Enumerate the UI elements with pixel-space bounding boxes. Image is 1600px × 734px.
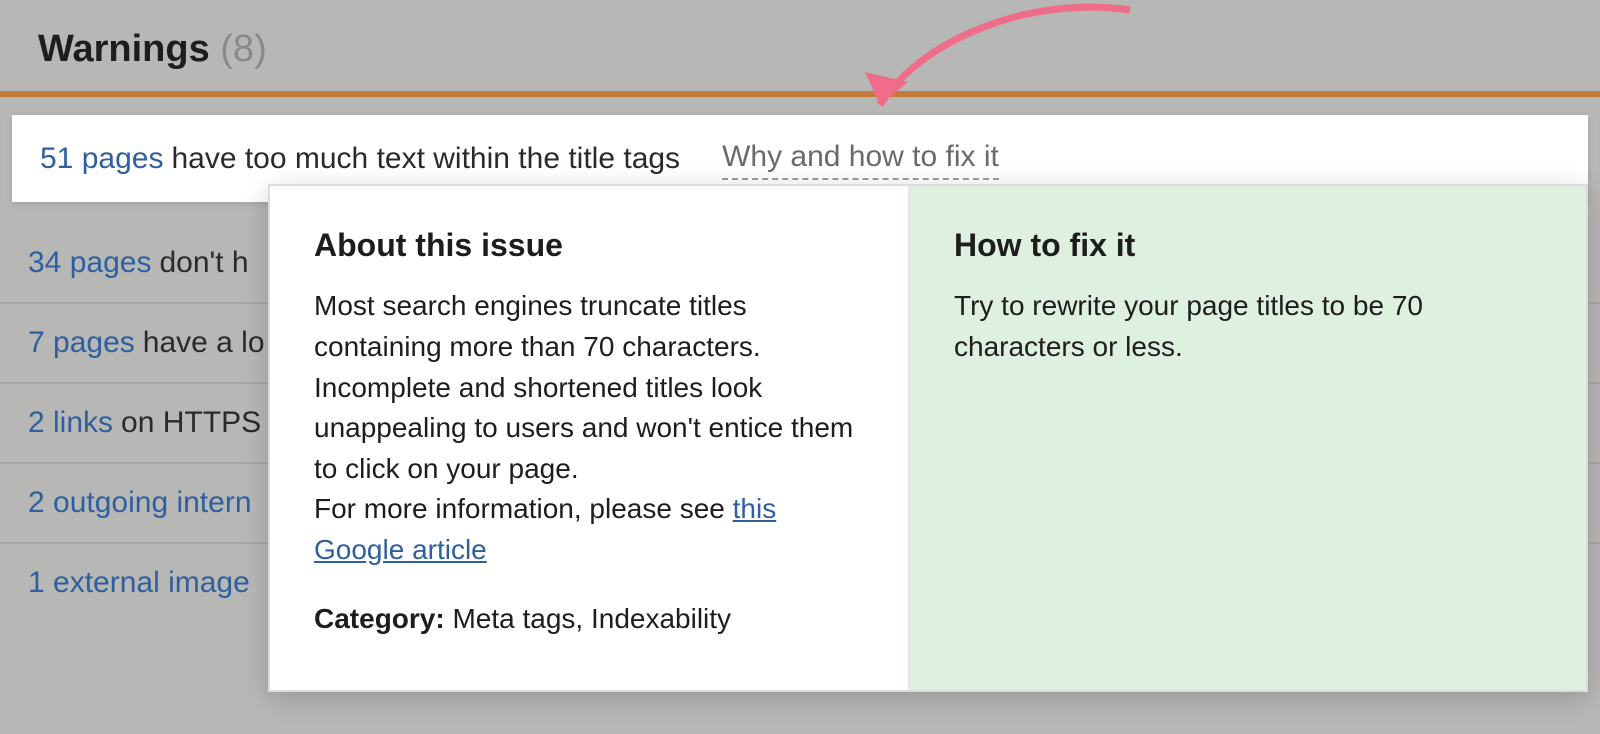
- warnings-count: (8): [220, 28, 266, 70]
- fix-heading: How to fix it: [954, 222, 1542, 268]
- about-body: Most search engines truncate titles cont…: [314, 286, 864, 489]
- warning-count-link[interactable]: 1 external image: [28, 566, 250, 600]
- about-heading: About this issue: [314, 222, 864, 268]
- warning-count-link[interactable]: 2 outgoing intern: [28, 486, 252, 520]
- warnings-heading: Warnings (8): [0, 0, 1600, 91]
- about-more-info: For more information, please see this Go…: [314, 489, 864, 570]
- issue-category: Category: Meta tags, Indexability: [314, 599, 864, 640]
- category-label: Category:: [314, 603, 452, 634]
- warning-desc: don't h: [159, 246, 248, 280]
- about-more-text: For more information, please see: [314, 493, 733, 524]
- warning-desc: on HTTPS: [121, 406, 261, 440]
- warning-count-link[interactable]: 7 pages: [28, 326, 135, 360]
- warning-count-link[interactable]: 51 pages: [40, 142, 163, 176]
- warning-count-link[interactable]: 34 pages: [28, 246, 151, 280]
- why-how-fix-link[interactable]: Why and how to fix it: [722, 137, 999, 180]
- issue-popover: About this issue Most search engines tru…: [268, 184, 1588, 692]
- warnings-title: Warnings: [38, 28, 210, 70]
- fix-body: Try to rewrite your page titles to be 70…: [954, 286, 1542, 367]
- section-divider: [0, 91, 1600, 97]
- about-panel: About this issue Most search engines tru…: [270, 186, 910, 690]
- fix-panel: How to fix it Try to rewrite your page t…: [910, 186, 1586, 690]
- warning-desc: have too much text within the title tags: [171, 142, 680, 176]
- warning-count-link[interactable]: 2 links: [28, 406, 113, 440]
- warning-desc: have a lo: [143, 326, 265, 360]
- category-value: Meta tags, Indexability: [452, 603, 731, 634]
